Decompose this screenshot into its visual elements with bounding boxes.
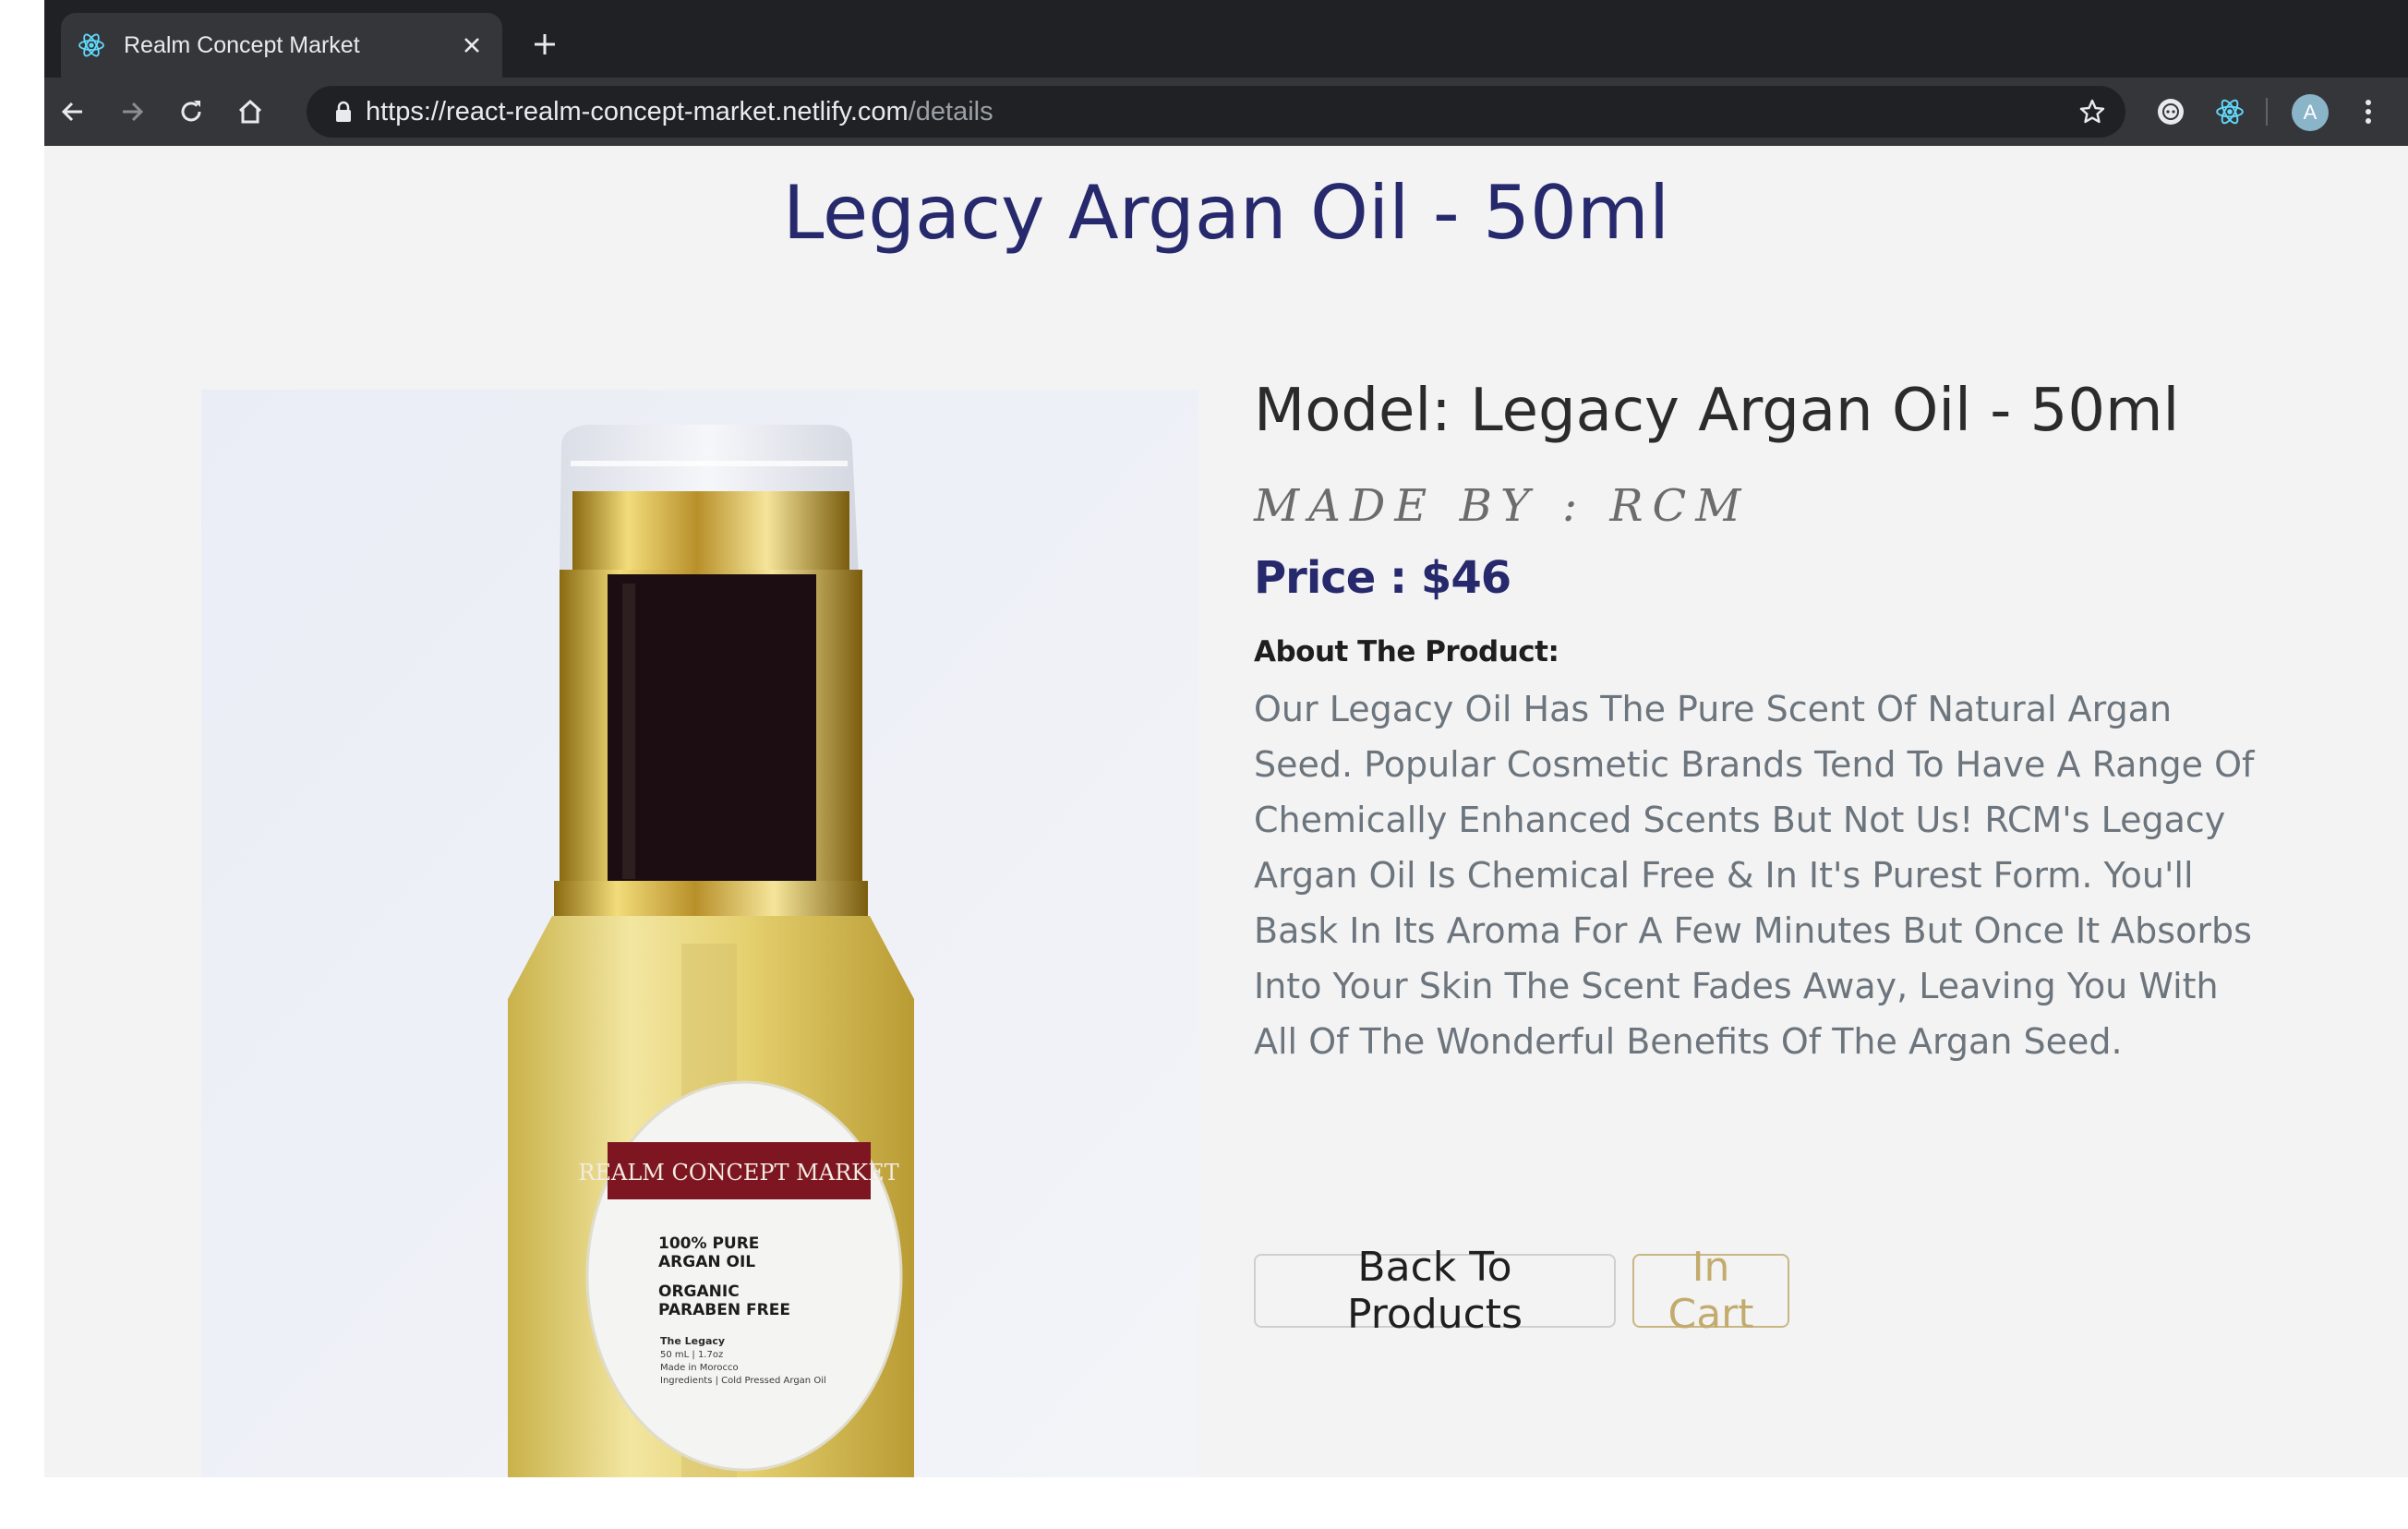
tab-title: Realm Concept Market [124, 31, 360, 58]
label-line3: ORGANIC [658, 1282, 740, 1301]
more-vert-icon[interactable] [2345, 89, 2391, 135]
profile-avatar[interactable]: A [2292, 94, 2329, 131]
about-label: About The Product: [1254, 635, 1559, 668]
made-by: MADE BY : RCM [1254, 480, 1751, 532]
toolbar-divider [2266, 98, 2268, 126]
product-description: Our Legacy Oil Has The Pure Scent Of Nat… [1254, 689, 2255, 1062]
browser-toolbar: https://react-realm-concept-market.netli… [44, 78, 2408, 146]
home-icon[interactable] [227, 89, 273, 135]
reload-icon[interactable] [168, 89, 214, 135]
browser-window: Realm Concept Market https://react-realm… [44, 0, 2408, 1477]
arrow-left-icon[interactable] [50, 89, 96, 135]
react-atom-icon [78, 31, 105, 59]
label-line1: 100% PURE [658, 1234, 759, 1253]
url-text: https://react-realm-concept-market.netli… [366, 97, 993, 127]
product-model: Model: Legacy Argan Oil - 50ml [1254, 377, 2180, 445]
tab-strip: Realm Concept Market [44, 0, 2408, 78]
product-image: REALM CONCEPT MARKET 100% PURE ARGAN OIL… [201, 390, 1198, 1477]
back-to-products-button[interactable]: Back To Products [1254, 1244, 1616, 1338]
label-brand: REALM CONCEPT MARKET [578, 1160, 898, 1186]
label-line2: ARGAN OIL [658, 1253, 755, 1271]
url-path: /details [908, 97, 993, 126]
in-cart-button[interactable]: In Cart [1632, 1244, 1789, 1338]
product-price: Price : $46 [1254, 552, 1511, 604]
extension-icon[interactable] [2149, 90, 2192, 133]
react-devtools-icon[interactable] [2209, 90, 2251, 133]
new-tab-icon[interactable] [524, 24, 565, 65]
label-small1: The Legacy [660, 1335, 725, 1347]
page-title: Legacy Argan Oil - 50ml [782, 170, 1670, 256]
label-line4: PARABEN FREE [658, 1301, 790, 1319]
browser-tab[interactable]: Realm Concept Market [61, 13, 502, 78]
star-icon[interactable] [2074, 93, 2111, 130]
page-content: Legacy Argan Oil - 50ml REALM CONCEPT MA… [44, 146, 2408, 1477]
label-small3: Made in Morocco [660, 1363, 739, 1373]
label-small2: 50 mL | 1.7oz [660, 1350, 723, 1360]
arrow-right-icon[interactable] [109, 89, 155, 135]
url-host: https://react-realm-concept-market.netli… [366, 97, 909, 126]
lock-icon [331, 99, 356, 125]
close-icon[interactable] [458, 31, 486, 59]
label-small4: Ingredients | Cold Pressed Argan Oil [660, 1376, 826, 1386]
address-bar[interactable]: https://react-realm-concept-market.netli… [307, 86, 2125, 138]
